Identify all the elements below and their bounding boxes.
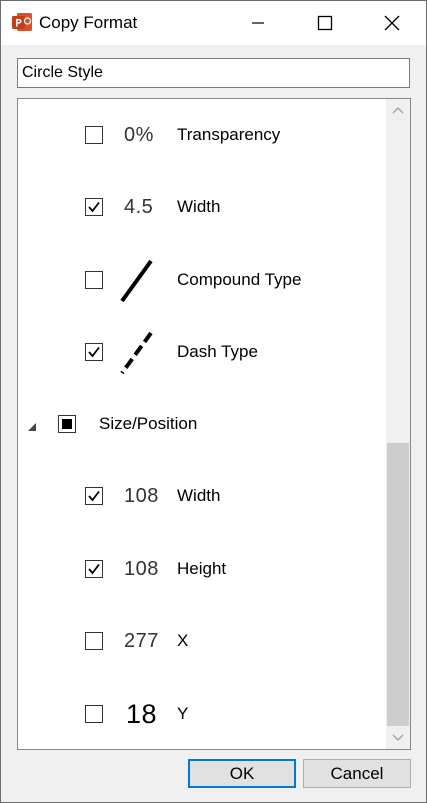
list-item-transparency[interactable]: 0% Transparency — [18, 120, 386, 150]
format-options-list[interactable]: 0% Transparency 4.5 Width Compound Type … — [17, 98, 411, 750]
list-item-dash-type[interactable]: Dash Type — [18, 331, 386, 374]
width-preview-value: 108 — [124, 484, 159, 507]
partial-check-icon — [62, 419, 72, 429]
format-name-input[interactable] — [17, 58, 410, 88]
close-icon — [384, 15, 400, 31]
maximize-icon — [317, 15, 333, 31]
list-item-label: Compound Type — [177, 270, 302, 289]
dash-line-icon — [120, 331, 153, 374]
minimize-icon — [252, 22, 264, 24]
y-checkbox[interactable] — [85, 705, 103, 723]
transparency-checkbox[interactable] — [85, 126, 103, 144]
checkmark-icon — [88, 201, 100, 213]
width-checkbox[interactable] — [85, 487, 103, 505]
list-item-label: Width — [177, 486, 221, 505]
y-preview: 18 — [126, 699, 157, 729]
list-item-label: Width — [177, 197, 221, 216]
list-item-width[interactable]: 108 Width — [18, 481, 386, 511]
vertical-scrollbar[interactable] — [386, 99, 410, 749]
close-button[interactable] — [369, 1, 415, 45]
height-preview-value: 108 — [124, 557, 159, 580]
y-preview-value: 18 — [126, 698, 158, 729]
compound-line-icon — [120, 259, 153, 302]
powerpoint-icon — [11, 11, 33, 33]
window-title: Copy Format — [39, 13, 138, 32]
list-item-height[interactable]: 108 Height — [18, 554, 386, 584]
compound-type-preview — [118, 258, 154, 302]
chevron-up-icon — [392, 107, 404, 114]
list-item-label: Transparency — [177, 125, 281, 144]
group-size-position[interactable]: Size/Position — [18, 409, 386, 439]
checkmark-icon — [88, 490, 100, 502]
scroll-down-button[interactable] — [386, 727, 410, 749]
copy-format-dialog: Copy Format 0% Transparency — [0, 0, 427, 803]
list-item-label: Y — [177, 704, 189, 723]
chevron-down-icon — [392, 734, 404, 741]
list-item-label: X — [177, 631, 189, 650]
width-preview: 108 — [124, 481, 159, 511]
maximize-button[interactable] — [302, 1, 348, 45]
transparency-preview: 0% — [124, 120, 154, 150]
dash-type-preview — [118, 330, 154, 374]
list-item-label: Height — [177, 559, 227, 578]
scroll-thumb[interactable] — [387, 443, 409, 726]
height-checkbox[interactable] — [85, 560, 103, 578]
transparency-preview-value: 0% — [124, 123, 154, 146]
list-item-label: Dash Type — [177, 342, 258, 361]
x-preview: 277 — [124, 626, 159, 656]
compound-type-checkbox[interactable] — [85, 271, 103, 289]
line-width-checkbox[interactable] — [85, 198, 103, 216]
dash-type-checkbox[interactable] — [85, 343, 103, 361]
list-item-x[interactable]: 277 X — [18, 626, 386, 656]
list-item-line-width[interactable]: 4.5 Width — [18, 192, 386, 222]
line-width-preview: 4.5 — [124, 192, 153, 222]
collapse-arrow-icon[interactable] — [27, 419, 37, 437]
title-bar[interactable]: Copy Format — [1, 1, 426, 45]
size-position-checkbox[interactable] — [58, 415, 76, 433]
minimize-button[interactable] — [235, 1, 281, 45]
list-item-y[interactable]: 18 Y — [18, 699, 386, 729]
x-preview-value: 277 — [124, 629, 159, 652]
height-preview: 108 — [124, 554, 159, 584]
x-checkbox[interactable] — [85, 632, 103, 650]
ok-button[interactable]: OK — [188, 759, 296, 788]
scroll-up-button[interactable] — [386, 99, 410, 121]
list-item-compound-type[interactable]: Compound Type — [18, 259, 386, 302]
line-width-preview-value: 4.5 — [124, 195, 154, 218]
cancel-button[interactable]: Cancel — [303, 759, 411, 788]
checkmark-icon — [88, 563, 100, 575]
group-label: Size/Position — [99, 414, 198, 433]
checkmark-icon — [88, 346, 100, 358]
